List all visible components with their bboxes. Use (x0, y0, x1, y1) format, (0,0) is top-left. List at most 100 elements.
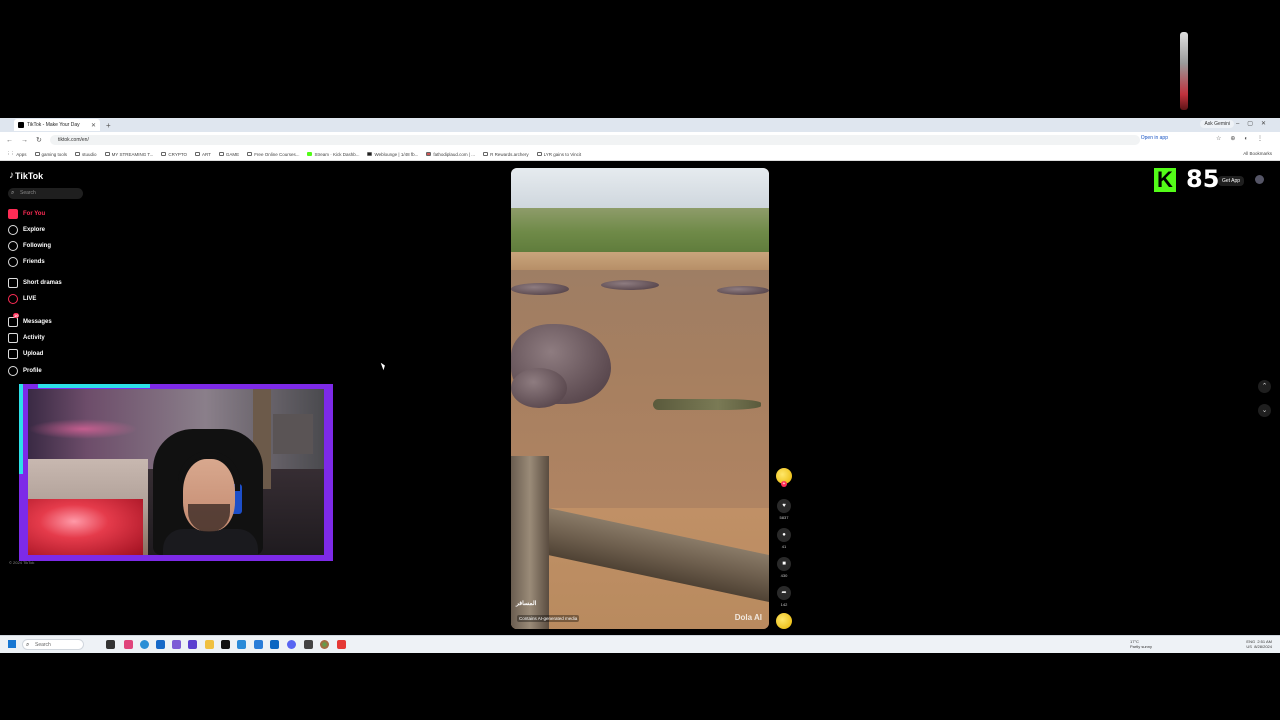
video-watermark: Dola AI (734, 613, 762, 622)
creator-avatar[interactable]: + (775, 468, 793, 487)
folder-icon (247, 152, 253, 156)
sidebar-item-upload[interactable]: Upload (8, 349, 43, 359)
screen: TikTok - Make Your Day ✕ + Ask Gemini –▢… (0, 0, 1280, 720)
x-icon[interactable] (221, 640, 230, 649)
bookmark-item[interactable]: MY STREAMING T... (104, 152, 153, 157)
sidebar-item-for-you[interactable]: For You (8, 209, 45, 219)
sidebar-item-activity[interactable]: Activity (8, 333, 45, 343)
save-button[interactable]: ■ 430 (775, 557, 793, 578)
sidebar-item-explore[interactable]: Explore (8, 225, 45, 235)
folder-icon (218, 152, 224, 156)
bookmark-item[interactable]: ⋮⋮ Apps (6, 151, 27, 157)
app-icon[interactable] (254, 640, 263, 649)
window-controls[interactable]: –▢✕ (1236, 120, 1274, 127)
video-sky (511, 168, 769, 212)
folder-icon (75, 152, 81, 156)
profile-avatar[interactable] (1255, 175, 1264, 184)
system-tray[interactable]: ENG 2:51 AM US 8/28/2024 (1246, 639, 1272, 649)
previous-video-button[interactable]: ⌃ (1258, 380, 1271, 393)
sidebar-item-messages[interactable]: 10 Messages (8, 313, 52, 327)
sidebar-item-label: Explore (23, 227, 46, 233)
next-video-button[interactable]: ⌄ (1258, 404, 1271, 417)
folder-icon (104, 152, 110, 156)
bookmark-item[interactable]: CRYPTO (161, 152, 187, 157)
brave-icon[interactable] (337, 640, 346, 649)
forward-icon[interactable]: → (21, 137, 28, 144)
weather-widget[interactable]: 17°C Partly sunny (1130, 639, 1152, 649)
comment-button[interactable]: ● 41 (775, 528, 793, 549)
bookmark-item[interactable]: GAME (218, 152, 239, 157)
app-icon[interactable] (172, 640, 181, 649)
webcam-feed (28, 389, 324, 555)
url-input[interactable]: tiktok.com/en/ (50, 135, 1140, 145)
kick-favicon-icon (307, 152, 313, 156)
sidebar-item-label: LIVE (23, 296, 37, 302)
back-icon[interactable]: ← (6, 137, 13, 144)
upload-icon (8, 349, 18, 359)
get-app-button[interactable]: Get App (1218, 176, 1245, 186)
sound-disc[interactable] (775, 613, 793, 629)
share-count: 142 (780, 602, 788, 607)
folder-icon (161, 152, 167, 156)
app-icon[interactable] (237, 640, 246, 649)
ask-gemini-button[interactable]: Ask Gemini (1200, 120, 1234, 128)
sidebar-item-short-dramas[interactable]: Short dramas (8, 278, 62, 288)
bookmark-item[interactable]: ART (195, 152, 211, 157)
discord-icon[interactable] (287, 640, 296, 649)
app-icon[interactable] (188, 640, 197, 649)
sidebar-item-friends[interactable]: Friends (8, 257, 45, 267)
chrome-icon[interactable] (320, 640, 329, 649)
search-icon: ⌕ (11, 190, 15, 196)
app-icon[interactable] (124, 640, 133, 649)
toolbar-icons[interactable]: ☆⊕◐⋮ (1216, 135, 1272, 142)
file-explorer-icon[interactable] (205, 640, 214, 649)
reload-icon[interactable]: ↻ (36, 136, 42, 144)
sidebar-item-label: Following (23, 243, 51, 249)
hippo (511, 283, 569, 295)
edge-icon[interactable] (140, 640, 149, 649)
linkedin-icon[interactable] (270, 640, 279, 649)
bookmark-item[interactable]: R Rewards.archery (483, 152, 529, 157)
like-button[interactable]: ♥ 5837 (775, 499, 793, 520)
bookmark-item[interactable]: Stream · Kick Dashb... (307, 152, 359, 157)
windows-start-icon[interactable] (8, 640, 16, 648)
task-view-icon[interactable] (106, 640, 115, 649)
browser-tab[interactable]: TikTok - Make Your Day ✕ (14, 119, 100, 131)
avatar[interactable]: + (776, 468, 792, 487)
sidebar-item-label: Profile (23, 368, 42, 374)
messages-icon (8, 317, 18, 327)
sidebar-item-profile[interactable]: Profile (8, 366, 42, 376)
bookmark-item[interactable]: Free Online Courses... (247, 152, 299, 157)
stream-decoration (1180, 32, 1188, 110)
bookmark-item[interactable]: gaming tools (34, 152, 67, 157)
video-author[interactable]: المسافر (516, 600, 536, 607)
tiktok-logo[interactable]: ♪ TikTok (9, 170, 43, 181)
friends-icon (8, 257, 18, 267)
region: US (1246, 644, 1252, 649)
obs-icon[interactable] (304, 640, 313, 649)
kick-logo: K (1154, 168, 1176, 192)
all-bookmarks-button[interactable]: All Bookmarks (1243, 151, 1272, 156)
bookmark-item[interactable]: stuudio (75, 152, 97, 157)
search-input[interactable]: ⌕ Search (8, 188, 83, 199)
open-in-app-button[interactable]: Open in app (1141, 135, 1168, 141)
search-placeholder: Search (20, 190, 36, 196)
new-tab-button[interactable]: + (106, 121, 111, 130)
sidebar-item-following[interactable]: Following (8, 241, 51, 251)
live-icon (8, 294, 18, 304)
shelf (273, 414, 313, 454)
follow-plus-icon[interactable]: + (781, 481, 787, 487)
bookmark-item[interactable]: LYR gains to Vincit (536, 152, 581, 157)
sidebar-item-live[interactable]: LIVE (8, 294, 36, 304)
bookmark-item[interactable]: fathodiplaud.com | ... (426, 152, 475, 157)
search-icon: ⌕ (26, 642, 30, 648)
close-tab-icon[interactable]: ✕ (91, 122, 96, 129)
tiktok-note-icon: ♪ (9, 170, 14, 181)
music-disc-icon (776, 613, 792, 629)
video-player[interactable]: المسافر Contains AI-generated media Dola… (511, 168, 769, 629)
bookmark-item[interactable]: Weblounge | 1/48 fb... (367, 152, 418, 157)
store-icon[interactable] (156, 640, 165, 649)
taskbar-search[interactable]: ⌕ Search (22, 639, 84, 650)
share-button[interactable]: ➦ 142 (775, 586, 793, 607)
chevron-down-icon: ⌄ (1261, 407, 1268, 414)
